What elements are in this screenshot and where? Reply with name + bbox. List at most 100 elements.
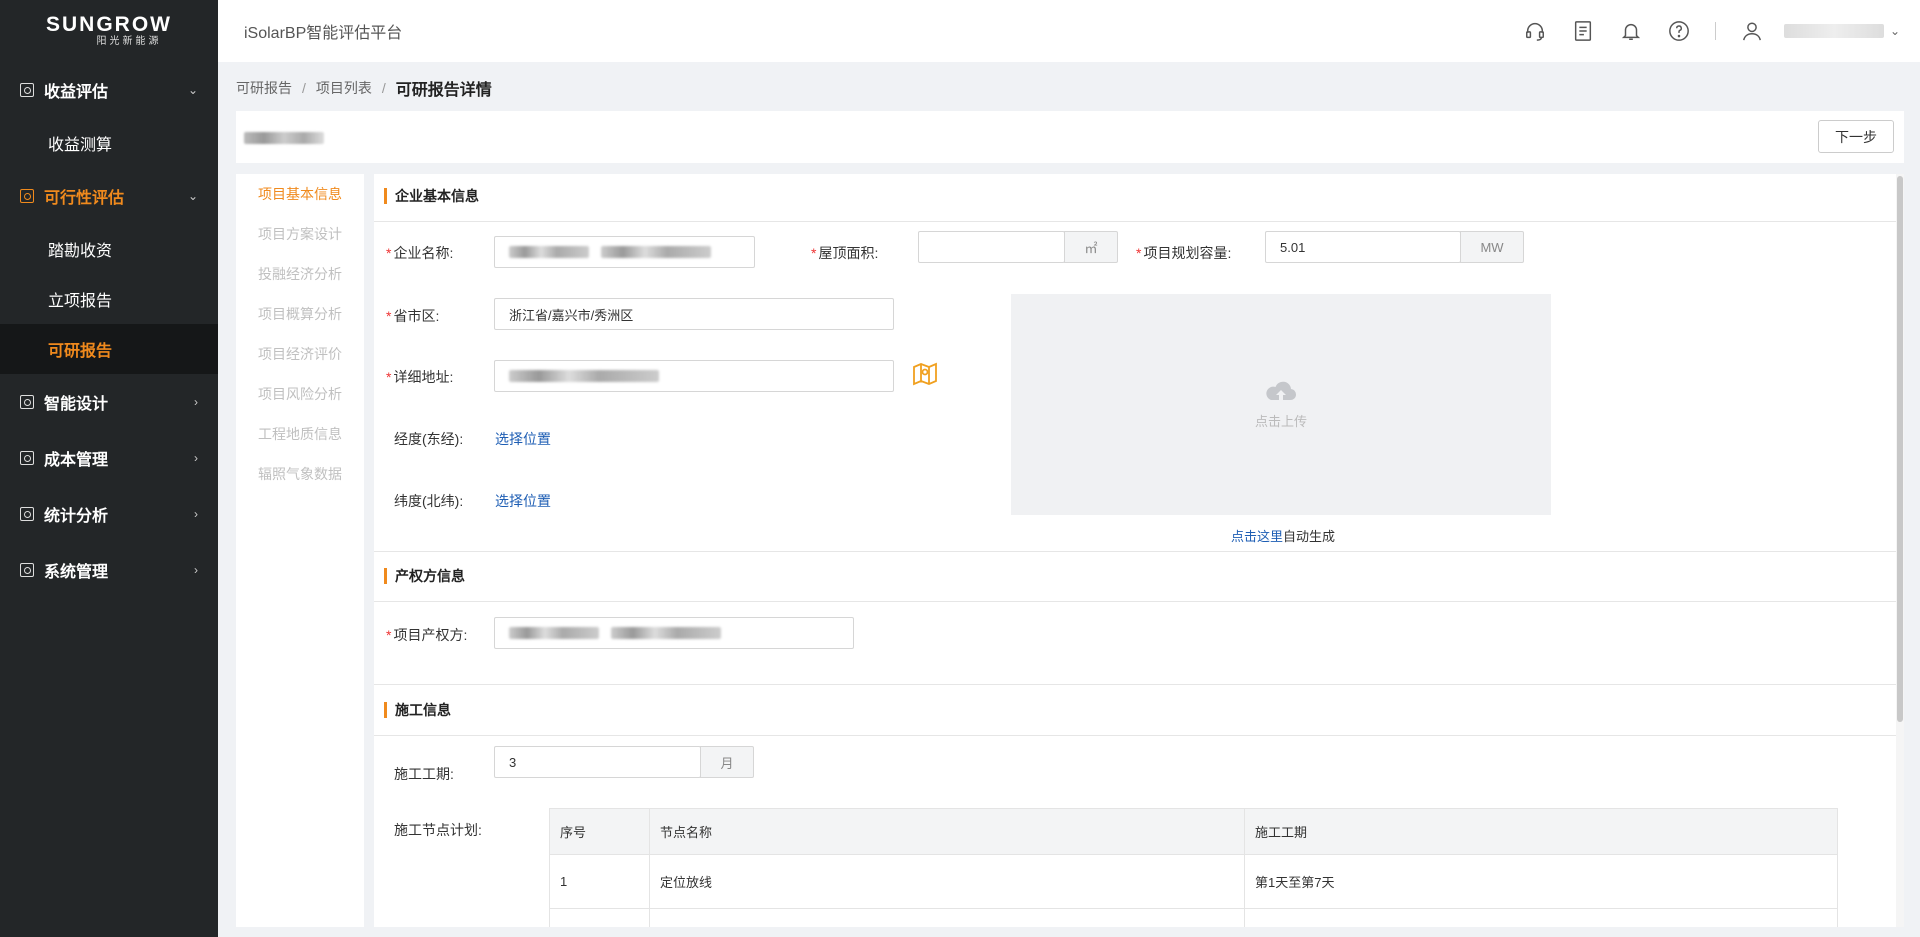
latitude-select-link[interactable]: 选择位置 [495,491,551,511]
menu-group-cost[interactable]: 成本管理 › [0,430,218,486]
section-divider [374,551,1896,552]
image-upload-area[interactable]: 点击上传 [1011,294,1551,515]
nav-item-finance-analysis[interactable]: 投融经济分析 [236,254,364,294]
document-icon[interactable] [1571,19,1595,43]
table-header: 序号 [549,808,650,855]
revenue-icon [20,83,34,97]
main-scrollbar[interactable] [1896,174,1904,927]
cloud-upload-icon [1266,381,1297,401]
construction-period-label: 施工工期: [394,766,454,782]
nav-item-irradiation-data[interactable]: 辐照气象数据 [236,454,364,494]
menu-group-feasibility[interactable]: 可行性评估 ⌄ [0,168,218,224]
user-name-redacted[interactable] [1783,24,1884,38]
menu-item-survey[interactable]: 踏勘收资 [0,224,218,274]
bell-icon[interactable] [1619,19,1643,43]
main-form: 企业基本信息 * 企业名称: * 屋顶面积: ㎡ * 项目规划容量: 5.01 MW … [374,174,1904,927]
construction-plan-label: 施工节点计划: [394,822,482,838]
nav-item-geology-info[interactable]: 工程地质信息 [236,414,364,454]
chevron-right-icon: › [194,563,198,577]
scrollbar-thumb[interactable] [1897,176,1903,722]
section-divider [374,221,1896,222]
menu-group-label: 智能设计 [44,396,109,413]
project-name-redacted [244,132,324,144]
capacity-label: * 项目规划容量: [1136,245,1232,261]
menu-group-system[interactable]: 系统管理 › [0,542,218,598]
headset-icon[interactable] [1523,19,1547,43]
top-header: iSolarBP智能评估平台 ⌄ [218,0,1920,62]
system-icon [20,563,34,577]
section-title-owner: 产权方信息 [384,568,465,584]
table-cell [549,908,650,927]
project-header-bar: 下一步 [236,111,1904,163]
feasibility-icon [20,189,34,203]
region-label: * 省市区: [386,308,440,324]
longitude-select-link[interactable]: 选择位置 [495,429,551,449]
longitude-label: 经度(东经): [394,431,464,447]
section-title-construction: 施工信息 [384,702,451,718]
stats-icon [20,507,34,521]
upload-text: 点击上传 [1254,414,1307,429]
nav-item-economic-eval[interactable]: 项目经济评价 [236,334,364,374]
chevron-down-icon: ⌄ [187,189,198,203]
roof-area-label: * 屋顶面积: [811,245,879,261]
address-input[interactable] [494,360,894,392]
menu-group-smart-design[interactable]: 智能设计 › [0,374,218,430]
nav-item-basic-info[interactable]: 项目基本信息 [236,174,364,214]
next-step-button[interactable]: 下一步 [1818,120,1894,153]
table-cell: 定位放线 [649,854,1245,909]
user-icon[interactable] [1740,19,1764,43]
menu-item-revenue-calc[interactable]: 收益测算 [0,118,218,168]
chevron-down-icon: ⌄ [187,83,198,97]
breadcrumb-current: 可研报告详情 [395,82,492,99]
section-title-enterprise: 企业基本信息 [384,188,479,204]
map-location-icon[interactable] [912,362,938,386]
company-name-label: * 企业名称: [386,245,454,261]
construction-period-input[interactable]: 3 [494,746,701,778]
roof-area-unit: ㎡ [1064,231,1118,263]
roof-area-input[interactable] [918,231,1065,263]
table-cell: 第1天至第7天 [1244,854,1838,909]
logo-sub-text: 阳光新能源 [96,36,162,47]
construction-plan-table: 序号 节点名称 施工工期 1 定位放线 第1天至第7天 [549,808,1838,927]
latitude-label: 纬度(北纬): [394,493,464,509]
menu-item-feasibility-report[interactable]: 可研报告 [0,324,218,374]
chevron-right-icon: › [194,507,198,521]
chevron-right-icon: › [194,395,198,409]
region-cascader[interactable]: 浙江省/嘉兴市/秀洲区 [494,298,894,330]
breadcrumb-item[interactable]: 可研报告 [236,78,292,98]
owner-input[interactable] [494,617,854,649]
table-row: 1 定位放线 第1天至第7天 [549,854,1838,909]
auto-generate-link[interactable]: 点击这里 [1231,529,1283,544]
menu-group-label: 可行性评估 [44,190,125,207]
company-name-input[interactable] [494,236,755,268]
design-icon [20,395,34,409]
app-title: iSolarBP智能评估平台 [244,25,403,42]
menu-group-stats[interactable]: 统计分析 › [0,486,218,542]
table-header: 节点名称 [649,808,1245,855]
breadcrumb: 可研报告 / 项目列表 / 可研报告详情 [236,76,492,100]
address-label: * 详细地址: [386,369,454,385]
menu-group-label: 系统管理 [44,564,109,581]
logo-main-text: SUNGROW [46,13,172,36]
header-divider [1714,22,1716,40]
section-nav: 项目基本信息 项目方案设计 投融经济分析 项目概算分析 项目经济评价 项目风险分… [236,174,364,927]
table-header: 施工工期 [1244,808,1838,855]
capacity-unit: MW [1460,231,1524,263]
menu-group-revenue[interactable]: 收益评估 ⌄ [0,62,218,118]
menu-item-project-report[interactable]: 立项报告 [0,274,218,324]
sungrow-logo: SUNGROW 阳光新能源 [0,0,218,62]
section-divider [374,601,1896,602]
table-cell [1244,908,1838,927]
table-cell [649,908,1245,927]
auto-generate-text: 自动生成 [1283,529,1336,544]
breadcrumb-item[interactable]: 项目列表 [316,78,372,98]
nav-item-estimate-analysis[interactable]: 项目概算分析 [236,294,364,334]
table-cell: 1 [549,854,650,909]
capacity-input[interactable]: 5.01 [1265,231,1461,263]
nav-item-risk-analysis[interactable]: 项目风险分析 [236,374,364,414]
sidebar: SUNGROW 阳光新能源 收益评估 ⌄ 收益测算 可行性评估 ⌄ 踏勘收资 立… [0,0,218,937]
chevron-down-icon[interactable]: ⌄ [1890,24,1900,38]
owner-label: * 项目产权方: [386,627,468,643]
help-icon[interactable] [1667,19,1691,43]
nav-item-scheme-design[interactable]: 项目方案设计 [236,214,364,254]
